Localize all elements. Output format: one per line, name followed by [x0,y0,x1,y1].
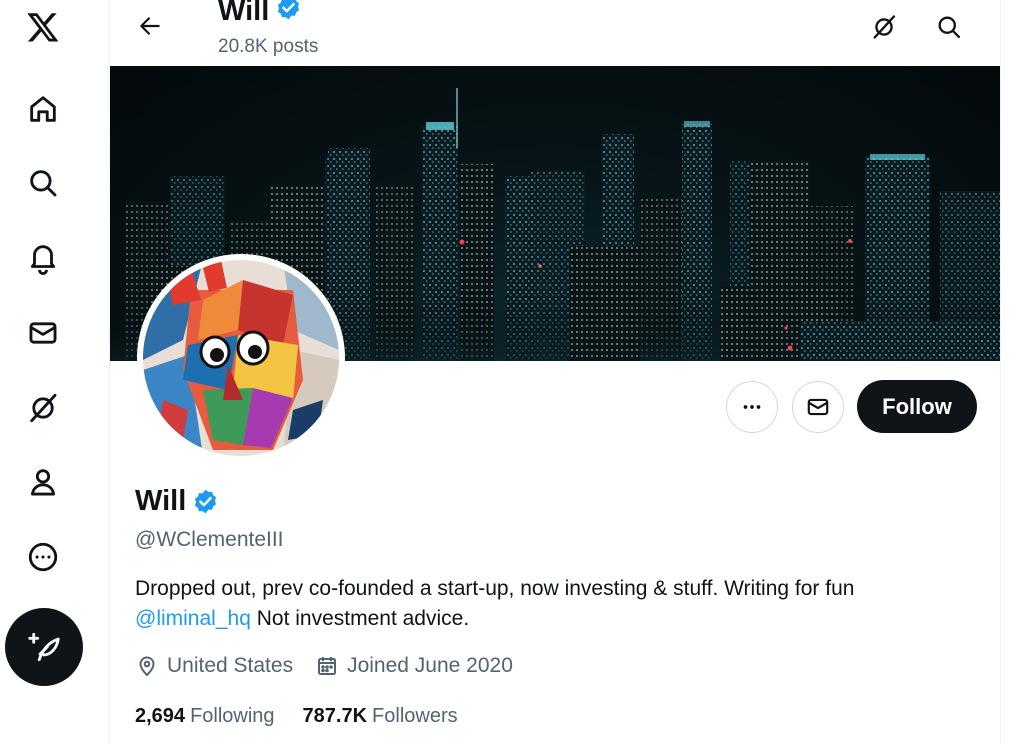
followers-count: 787.7K [302,705,368,727]
search-button[interactable] [929,7,969,47]
search-icon[interactable] [22,162,64,204]
header-title: Will [218,0,302,29]
verified-badge-icon [275,0,302,29]
mail-icon[interactable] [22,312,64,354]
location-item: United States [135,654,293,678]
bell-icon[interactable] [22,237,64,279]
profile-handle: @WClementeIII [135,528,284,551]
follow-button[interactable]: Follow [857,380,977,433]
grok-icon [873,15,896,39]
feather-plus-icon [28,632,60,662]
grok-button[interactable] [864,7,904,47]
more-options-button[interactable] [726,381,778,433]
person-icon[interactable] [22,461,64,503]
profile-stats: 2,694 Following 787.7K Followers [135,705,486,728]
mail-icon [807,398,829,416]
post-button[interactable] [5,608,83,686]
calendar-icon [318,657,337,675]
bio-text: Dropped out, prev co-founded a start-up,… [135,577,855,600]
bio-tail: Not investment advice. [256,607,470,630]
search-icon [938,16,961,39]
grok-icon[interactable] [22,387,64,429]
location-text: United States [167,654,294,677]
more-circle-icon[interactable] [22,536,64,578]
left-nav [0,0,86,744]
header-name: Will [218,0,270,27]
profile-header-bar: Will 20.8K posts [110,0,1000,66]
profile-name: Will [135,485,187,517]
avatar-artwork-image [143,260,339,456]
joined-item: Joined June 2020 [315,654,513,678]
x-logo-icon[interactable] [22,6,64,48]
profile-meta: United States Joined June 2020 [135,654,535,678]
profile-name-row: Will [135,485,219,518]
joined-text: Joined June 2020 [347,654,513,677]
home-icon[interactable] [22,88,64,130]
back-button[interactable] [132,8,168,44]
followers-link[interactable]: 787.7K Followers [303,705,458,728]
following-link[interactable]: 2,694 Following [135,705,275,728]
message-button[interactable] [792,381,844,433]
arrow-left-icon [140,17,160,35]
profile-avatar[interactable] [137,254,345,462]
profile-column: Will 20.8K posts Follow Will @WClementeI… [109,0,1001,744]
following-label: Following [190,705,275,727]
followers-label: Followers [372,705,458,727]
header-posts-count: 20.8K posts [218,36,319,57]
bio-mention-link[interactable]: @liminal_hq [135,607,251,630]
more-dots-icon [743,405,761,409]
profile-bio: Dropped out, prev co-founded a start-up,… [135,574,975,634]
verified-badge-icon [192,488,219,515]
location-pin-icon [139,656,155,677]
following-count: 2,694 [135,705,186,727]
